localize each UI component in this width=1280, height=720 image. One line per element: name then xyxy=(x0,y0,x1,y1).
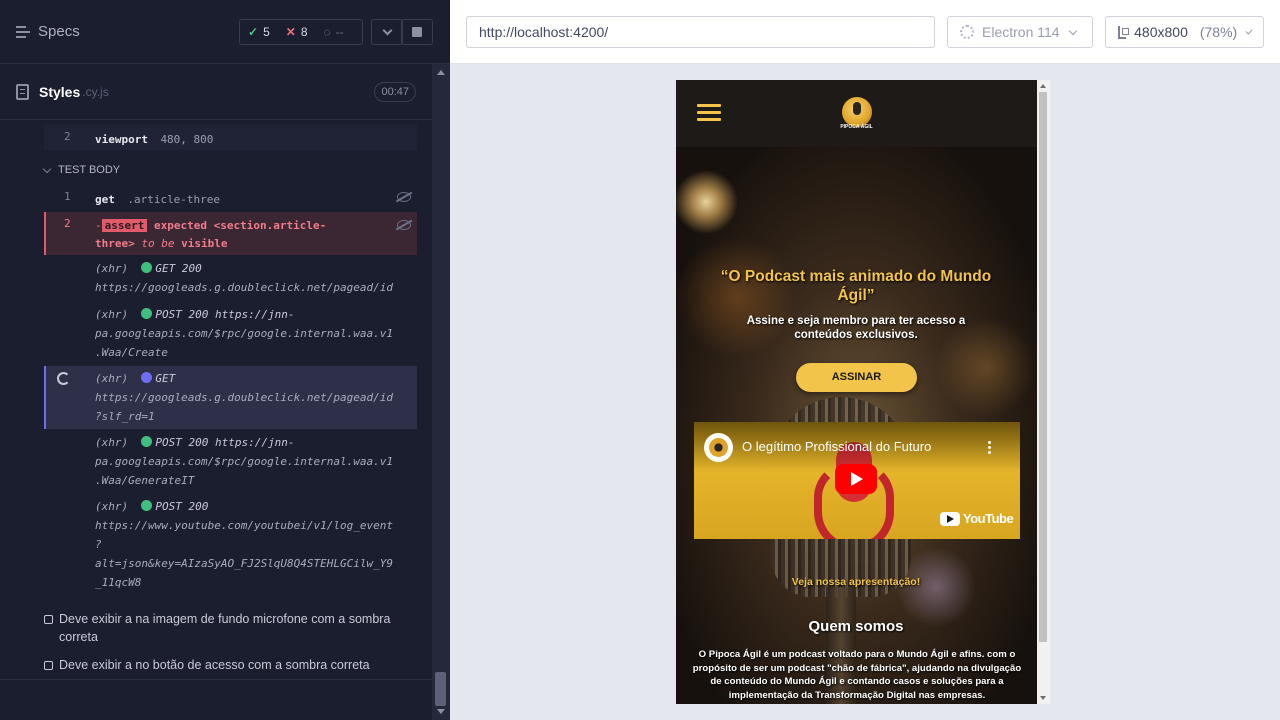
chevron-down-icon xyxy=(382,25,392,35)
test-body-section[interactable]: TEST BODY xyxy=(42,164,120,176)
hamburger-menu-icon[interactable] xyxy=(697,104,721,122)
test-checkbox[interactable] xyxy=(44,615,53,624)
command-assert-failed[interactable]: 2 - assert expected <section.article- thr… xyxy=(44,212,417,255)
site-logo[interactable]: PIPOCA ÁGIL xyxy=(840,97,873,130)
about-title: Quem somos xyxy=(808,618,904,635)
scroll-up-icon xyxy=(1040,84,1046,88)
passed-count: ✓ 5 xyxy=(248,25,270,39)
hero-title: “O Podcast mais animado do Mundo Ágil” xyxy=(720,268,992,304)
xhr-log-entry[interactable]: (xhr) POST 200 https://jnn- pa.googleapi… xyxy=(44,305,417,363)
xhr-log-entry[interactable]: (xhr) GET 200 https://googleads.g.double… xyxy=(44,259,417,299)
stop-icon xyxy=(412,27,422,37)
xhr-log-entry[interactable]: (xhr) POST 200 https://jnn- pa.googleapi… xyxy=(44,433,417,491)
youtube-embed[interactable]: O legítimo Profissional do Futuro YouTub… xyxy=(694,422,1020,539)
browser-selector[interactable]: Electron 114 xyxy=(947,16,1093,48)
channel-avatar[interactable] xyxy=(704,433,733,462)
spec-name: Styles xyxy=(39,83,81,100)
document-icon xyxy=(16,83,29,100)
scroll-thumb xyxy=(1039,92,1047,642)
test-stats: ✓ 5 ✕ 8 ◌ -- xyxy=(239,19,363,45)
collapse-button[interactable] xyxy=(371,19,403,45)
test-item[interactable]: Deve exibir a no botão de acesso com a s… xyxy=(44,656,404,674)
scroll-down-icon xyxy=(1040,696,1046,700)
assert-badge: assert xyxy=(101,219,148,232)
scroll-down-icon xyxy=(437,709,445,714)
viewport-selector[interactable]: 480x800 (78%) xyxy=(1105,16,1264,48)
specs-toggle-button[interactable]: Specs xyxy=(16,23,80,40)
chevron-down-icon xyxy=(1245,27,1253,34)
x-icon: ✕ xyxy=(285,25,296,39)
command-message: 480, 800 xyxy=(160,133,214,146)
cypress-reporter: Specs ✓ 5 ✕ 8 ◌ -- Styles .cy.js 00:47 2 vi… xyxy=(0,0,450,720)
chevron-down-icon xyxy=(1068,26,1077,35)
microphone-logo-icon xyxy=(841,97,872,127)
pending-count: ◌ -- xyxy=(323,25,344,39)
viewport-icon xyxy=(1118,25,1130,39)
command-name: viewport xyxy=(95,133,148,146)
command-get[interactable]: 1 get .article-three xyxy=(44,184,417,210)
reporter-scrollbar[interactable] xyxy=(432,64,450,720)
about-text: O Pipoca Ágil é um podcast voltado para … xyxy=(692,649,1022,701)
specs-list-icon xyxy=(16,25,30,38)
eye-slash-icon[interactable] xyxy=(397,220,411,230)
browser-toolbar: http://localhost:4200/ Electron 114 480x… xyxy=(450,0,1280,64)
stop-button[interactable] xyxy=(401,19,433,45)
app-scrollbar[interactable] xyxy=(1037,80,1050,704)
test-item[interactable]: Deve exibir a na imagem de fundo microfo… xyxy=(44,610,404,646)
hero-section: “O Podcast mais animado do Mundo Ágil” A… xyxy=(676,147,1037,704)
xhr-log-entry[interactable]: (xhr) POST 200 https://www.youtube.com/y… xyxy=(44,497,417,593)
spec-duration: 00:47 xyxy=(374,82,416,102)
scroll-thumb xyxy=(435,672,446,706)
spec-extension: .cy.js xyxy=(82,84,109,99)
watch-presentation-link[interactable]: Veja nossa apresentação! xyxy=(756,576,956,588)
status-dot-green xyxy=(141,262,153,273)
site-navbar: PIPOCA ÁGIL xyxy=(676,80,1037,147)
video-title[interactable]: O legítimo Profissional do Futuro xyxy=(742,439,931,454)
pending-icon: ◌ xyxy=(323,25,331,39)
caret-down-icon xyxy=(42,164,52,173)
electron-icon xyxy=(960,25,974,39)
reporter-header: Specs ✓ 5 ✕ 8 ◌ -- xyxy=(0,0,450,64)
test-checkbox[interactable] xyxy=(44,661,53,670)
status-dot-blue xyxy=(141,372,153,383)
eye-slash-icon[interactable] xyxy=(397,192,411,202)
command-log[interactable]: 2 viewport 480, 800 TEST BODY 1 get .art… xyxy=(0,120,432,680)
hero-subtitle: Assine e seja membro para ter acesso a c… xyxy=(746,315,966,341)
xhr-log-entry-pending[interactable]: (xhr) GET https://googleads.g.doubleclic… xyxy=(44,366,417,429)
youtube-logo[interactable]: YouTube xyxy=(940,511,1014,526)
more-options-icon[interactable] xyxy=(988,441,992,455)
failed-count: ✕ 8 xyxy=(285,25,308,39)
spec-title-bar: Styles .cy.js 00:47 xyxy=(0,64,432,120)
status-dot-green xyxy=(141,308,153,319)
status-dot-green xyxy=(141,436,153,447)
specs-label: Specs xyxy=(38,23,80,40)
url-field[interactable]: http://localhost:4200/ xyxy=(466,16,935,48)
command-viewport[interactable]: 2 viewport 480, 800 xyxy=(44,124,417,150)
loading-spinner-icon xyxy=(57,372,70,385)
scroll-up-icon xyxy=(437,70,445,75)
subscribe-button[interactable]: ASSINAR xyxy=(796,363,917,392)
status-dot-green xyxy=(141,500,153,511)
check-icon: ✓ xyxy=(248,25,259,39)
app-preview: PIPOCA ÁGIL “O Podcast mais animado do M… xyxy=(676,80,1037,704)
play-button[interactable] xyxy=(835,464,877,494)
youtube-icon xyxy=(940,511,960,526)
divider xyxy=(0,679,432,680)
